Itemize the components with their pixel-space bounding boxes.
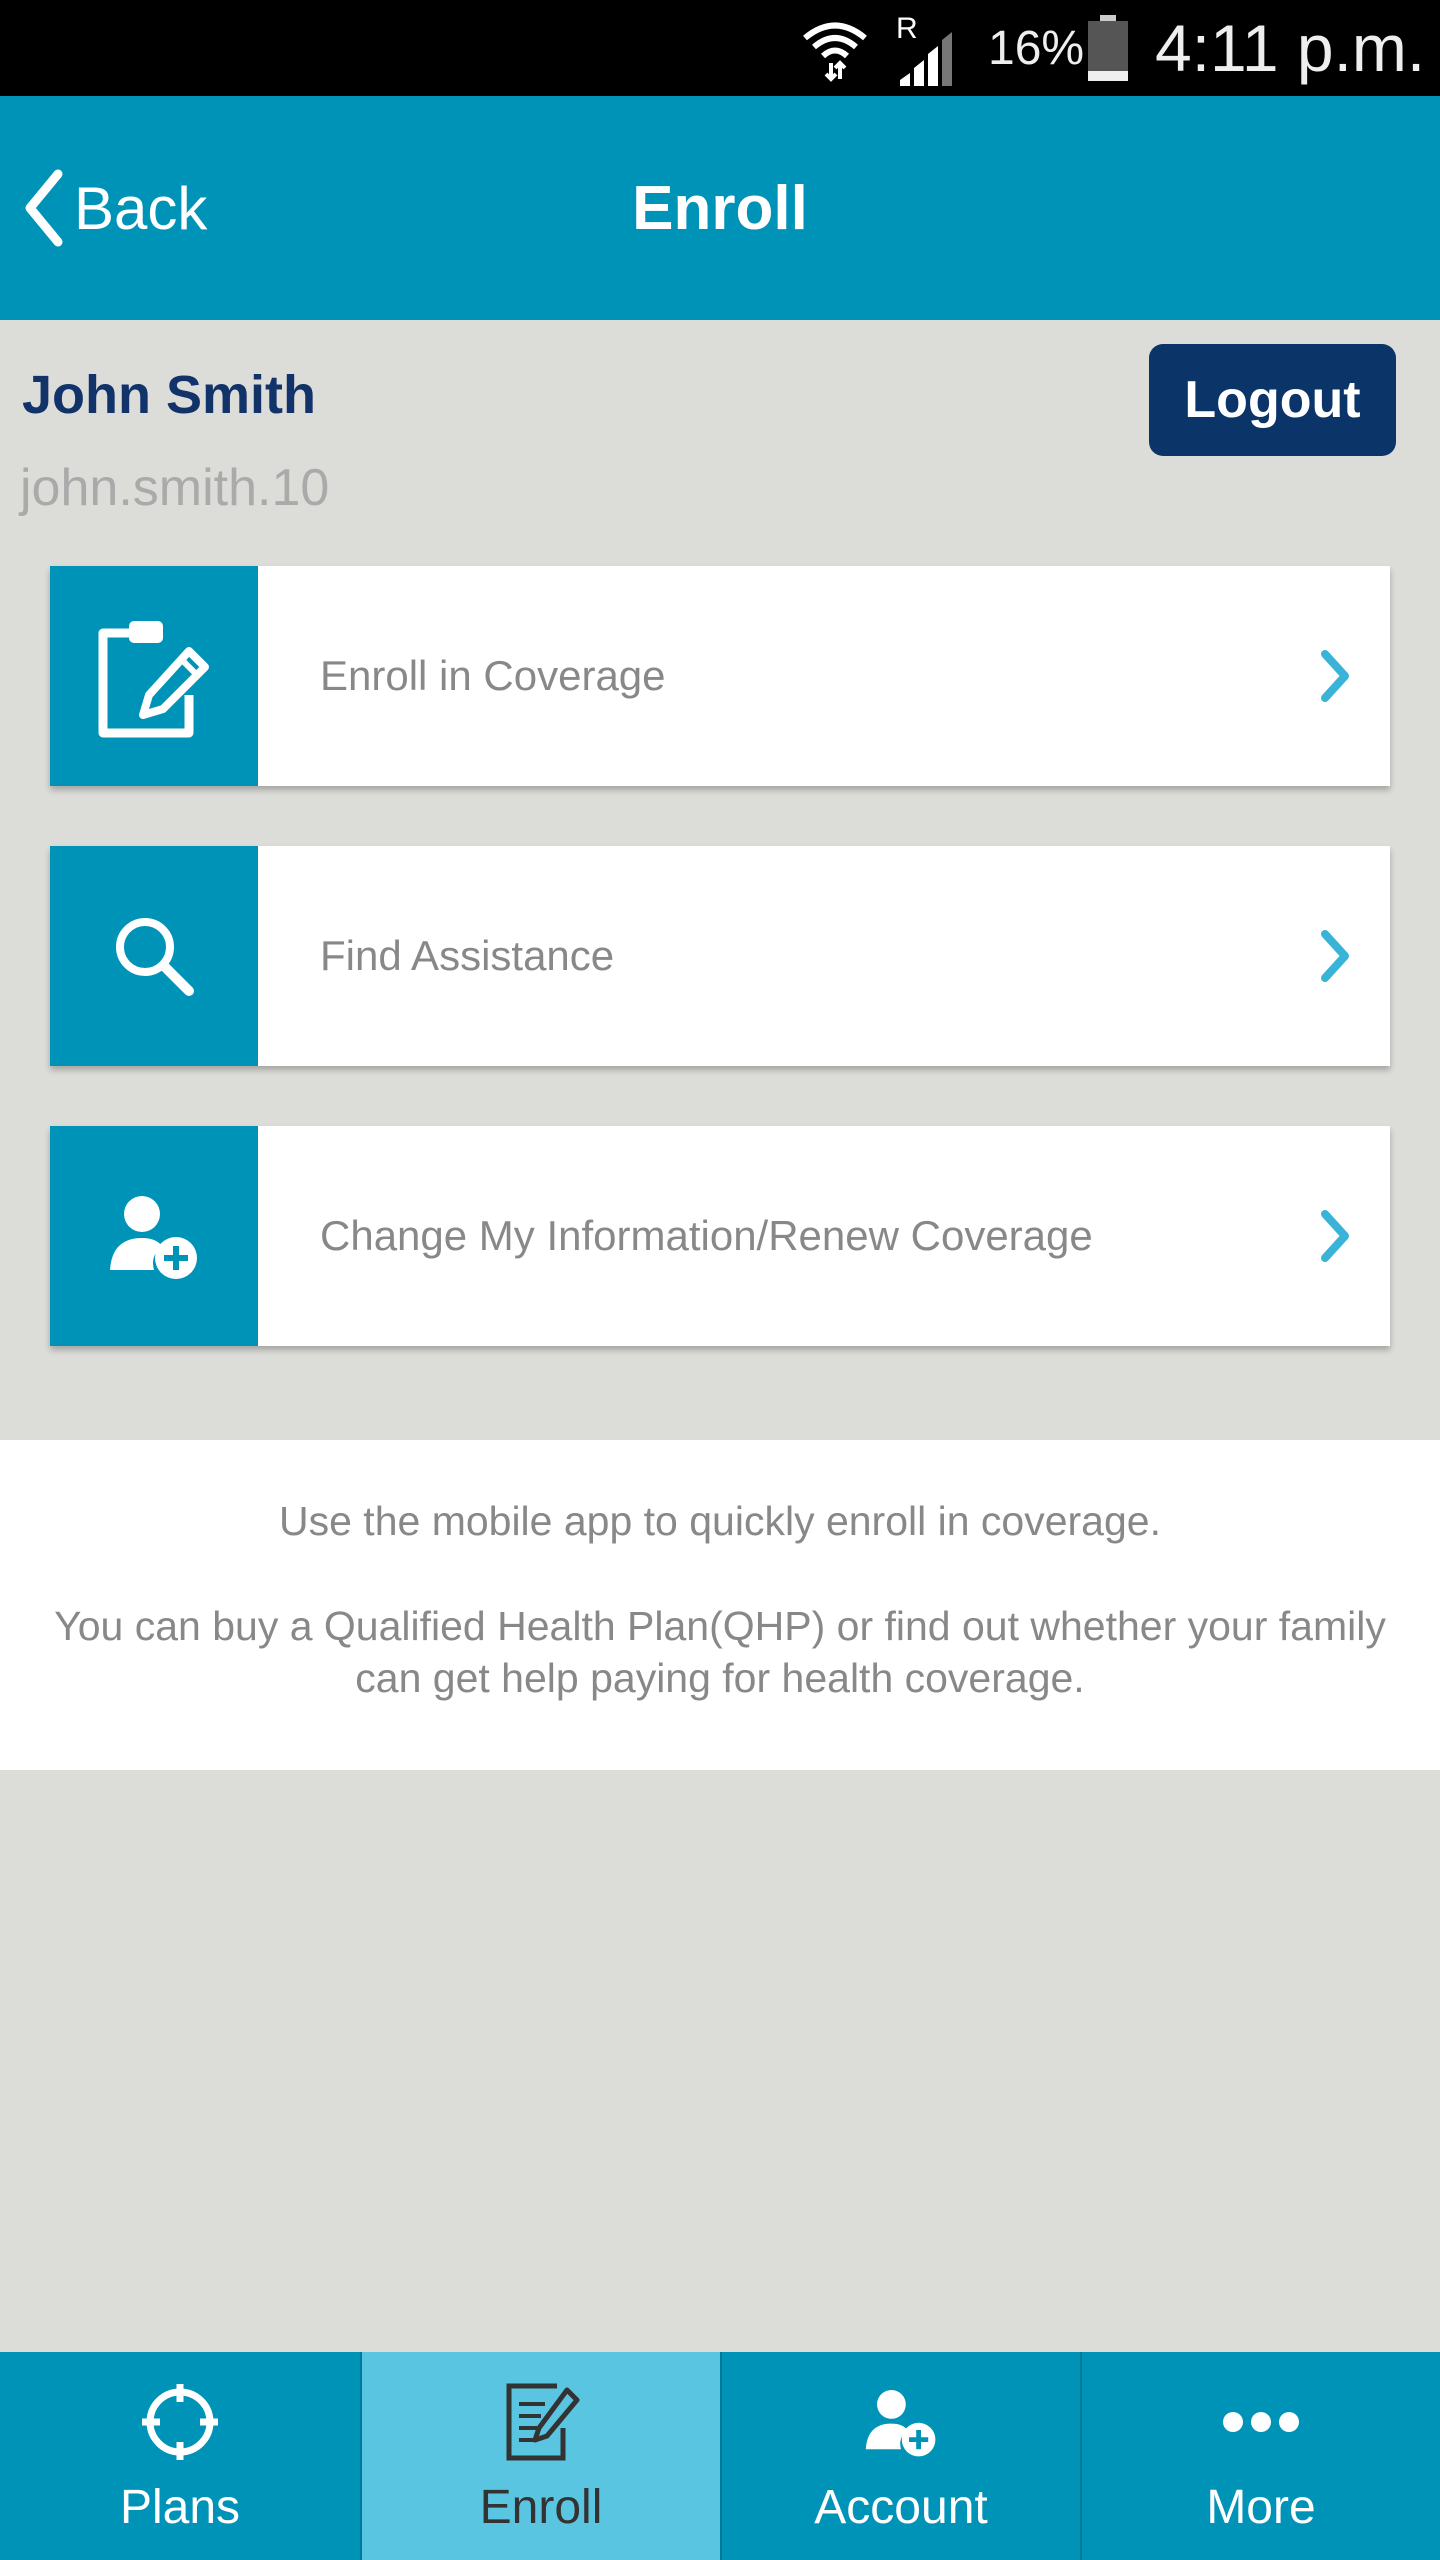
menu-item-label: Find Assistance — [320, 932, 615, 979]
back-button[interactable]: Back — [20, 96, 207, 320]
crosshair-icon — [140, 2372, 220, 2472]
battery-icon — [1088, 0, 1128, 96]
chevron-right-icon — [1280, 846, 1390, 1066]
menu-item-label: Enroll in Coverage — [320, 652, 666, 699]
roaming-indicator: R — [896, 12, 918, 45]
search-icon — [50, 846, 258, 1066]
tab-label: More — [1206, 2481, 1316, 2534]
tab-more[interactable]: More — [1080, 2352, 1440, 2560]
battery-percent: 16% — [988, 21, 1085, 75]
info-text-intro: Use the mobile app to quickly enroll in … — [279, 1498, 1161, 1544]
app-header: Back Enroll — [0, 96, 1440, 320]
document-edit-icon — [501, 2372, 581, 2472]
tab-label: Plans — [119, 2481, 241, 2534]
user-name: John Smith — [22, 365, 316, 425]
chevron-right-icon — [1280, 566, 1390, 786]
menu-item-enroll-in-coverage[interactable]: Enroll in Coverage — [50, 566, 1390, 786]
tab-label: Enroll — [479, 2481, 603, 2534]
menu-item-find-assistance[interactable]: Find Assistance — [50, 846, 1390, 1066]
add-user-icon — [861, 2372, 941, 2472]
page-title: Enroll — [632, 173, 808, 243]
more-dots-icon — [1221, 2372, 1301, 2472]
chevron-left-icon — [25, 169, 63, 247]
menu-item-label: Change My Information/Renew Coverage — [320, 1212, 1093, 1259]
clock: 4:11 p.m. — [1155, 11, 1426, 85]
back-label: Back — [74, 174, 208, 242]
menu-item-change-information[interactable]: Change My Information/Renew Coverage — [50, 1126, 1390, 1346]
tab-account[interactable]: Account — [720, 2352, 1080, 2560]
username: john.smith.10 — [20, 459, 330, 517]
bottom-tab-bar: Plans Enroll Account More — [0, 2352, 1440, 2560]
info-panel: Use the mobile app to quickly enroll in … — [0, 1440, 1440, 1770]
logout-button[interactable]: Logout — [1149, 344, 1396, 456]
wifi-icon — [800, 0, 874, 96]
tab-label: Account — [814, 2481, 988, 2534]
info-text-qhp: You can buy a Qualified Health Plan(QHP)… — [54, 1603, 1386, 1701]
chevron-right-icon — [1280, 1126, 1390, 1346]
add-user-icon — [50, 1126, 258, 1346]
signal-icon: R — [890, 0, 970, 96]
tab-enroll[interactable]: Enroll — [360, 2352, 720, 2560]
status-bar: R 16% 4:11 p.m. — [0, 0, 1440, 96]
tab-plans[interactable]: Plans — [0, 2352, 360, 2560]
clipboard-edit-icon — [50, 566, 258, 786]
